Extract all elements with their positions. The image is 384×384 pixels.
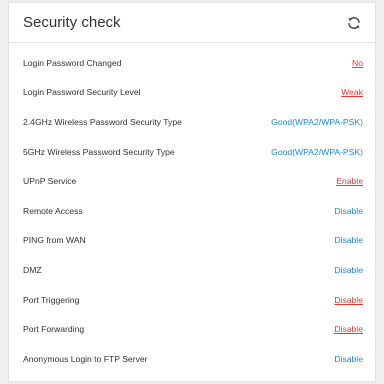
security-item-label: Login Password Security Level [23,87,141,98]
security-item-status: Disable [334,264,363,275]
security-item: Port Triggering Disable [23,285,363,315]
security-item-label: Anonymous Login to FTP Server [23,353,148,364]
security-item: PING from WAN Disable [23,226,363,256]
security-item: 5GHz Wireless Password Security Type Goo… [23,137,363,167]
security-item-label: 2.4GHz Wireless Password Security Type [23,116,182,127]
security-item: Remote Access Disable [23,196,363,226]
security-item: Port Forwarding Disable [23,314,363,344]
security-item-label: Port Triggering [23,294,80,305]
security-item-list: Login Password Changed No Login Password… [9,48,375,374]
security-item-status-link[interactable]: Weak [341,87,363,97]
security-item-status-link[interactable]: Disable [334,295,363,305]
security-item-status: Good(WPA2/WPA-PSK) [271,116,363,127]
security-item-label: Port Forwarding [23,324,85,335]
security-item-label: PING from WAN [23,235,86,246]
panel-header: Security check [9,3,375,43]
security-item-label: DMZ [23,264,42,275]
panel-title: Security check [23,14,121,31]
security-item: Login Password Security Level Weak [23,78,363,108]
security-item-status-link[interactable]: No [352,58,363,68]
security-item-status-link[interactable]: Enable [336,176,363,186]
security-item: 2.4GHz Wireless Password Security Type G… [23,107,363,137]
security-check-panel: Security check Login Password Changed No… [8,2,376,382]
security-item-label: 5GHz Wireless Password Security Type [23,146,175,157]
security-item: UPnP Service Enable [23,166,363,196]
security-item-status: Disable [334,205,363,216]
security-item: DMZ Disable [23,255,363,285]
security-item-status: Disable [334,235,363,246]
security-item-status: Good(WPA2/WPA-PSK) [271,146,363,157]
security-item-status: Disable [334,353,363,364]
security-item-label: Login Password Changed [23,57,122,68]
security-item: Anonymous Login to FTP Server Disable [23,344,363,374]
security-item-label: UPnP Service [23,176,77,187]
security-item-label: Remote Access [23,205,83,216]
refresh-icon[interactable] [345,14,363,32]
security-item: Login Password Changed No [23,48,363,78]
security-item-status-link[interactable]: Disable [334,324,363,334]
